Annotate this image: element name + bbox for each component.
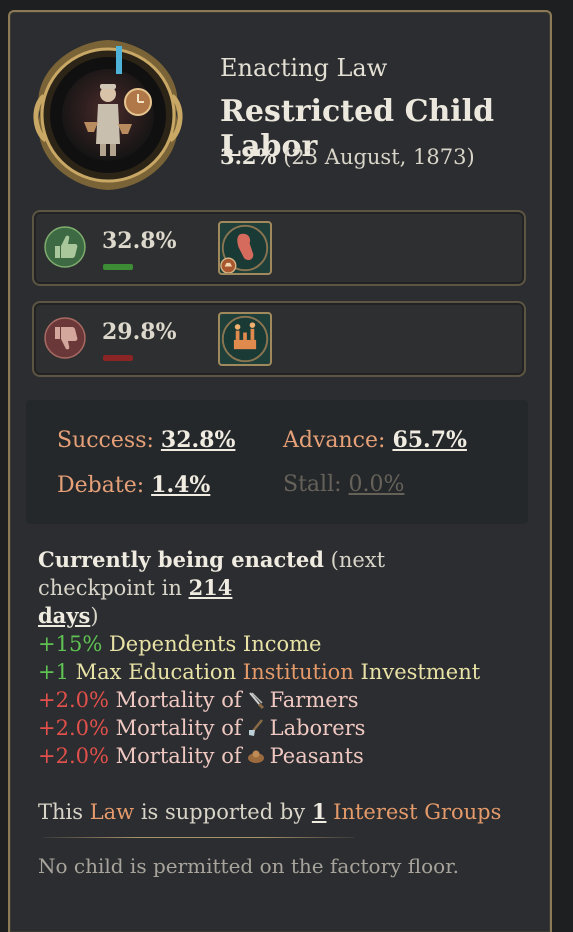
thumbs-up-icon [44, 226, 86, 268]
stall-value[interactable]: 0.0% [349, 472, 405, 497]
supporters-box: 32.8% [32, 210, 526, 286]
success-label: Success: [57, 428, 154, 453]
opposition-percentage: 29.8% [102, 319, 177, 345]
debate-stat: Debate: 1.4% [57, 472, 210, 498]
checkpoint-close: ) [90, 604, 99, 628]
divider [44, 837, 354, 838]
laborers-icon [248, 719, 263, 736]
effect-mortality-peasants: +2.0% Mortality of Peasants [38, 742, 480, 770]
progress-date: (23 August, 1873) [283, 145, 475, 169]
law-emblem-icon [33, 40, 183, 190]
pop-type-label[interactable]: Farmers [270, 688, 359, 712]
effect-education-investment: +1 Max Education Institution Investment [38, 658, 480, 686]
debate-value[interactable]: 1.4% [151, 472, 210, 498]
law-effects-list: +15% Dependents Income +1 Max Education … [38, 630, 480, 770]
support-line-text: is supported by [134, 800, 312, 824]
industrialists-icon[interactable] [218, 312, 272, 366]
debate-label: Debate: [57, 473, 145, 498]
enactment-status-lead: Currently being enacted [38, 547, 324, 572]
effect-value: +1 [38, 660, 69, 684]
success-stat: Success: 32.8% [57, 427, 235, 453]
peasants-icon [247, 750, 264, 763]
effect-value: +2.0% [38, 744, 109, 768]
farmers-icon [248, 692, 264, 710]
enactment-odds-panel: Success: 32.8% Advance: 65.7% Debate: 1.… [26, 400, 528, 524]
enactment-progress: 3.2% (23 August, 1873) [220, 144, 475, 169]
law-status-label: Enacting Law [220, 54, 388, 82]
effect-label: Investment [360, 660, 481, 684]
effect-label: Max Education [75, 660, 237, 684]
effect-dependents-income: +15% Dependents Income [38, 630, 480, 658]
effect-mortality-farmers: +2.0% Mortality of Farmers [38, 686, 480, 714]
effect-label: Mortality of [115, 688, 242, 712]
pop-type-label[interactable]: Laborers [270, 716, 366, 740]
advance-stat: Advance: 65.7% [283, 427, 467, 453]
success-value[interactable]: 32.8% [161, 427, 236, 453]
support-bar [103, 264, 133, 270]
progress-value: 3.2% [220, 144, 277, 169]
effect-mortality-laborers: +2.0% Mortality of Laborers [38, 714, 480, 742]
interest-groups-link[interactable]: Interest Groups [333, 800, 501, 824]
enactment-status-text: Currently being enacted (next checkpoint… [38, 546, 498, 630]
thumbs-down-icon [44, 317, 86, 359]
flavor-text: No child is permitted on the factory flo… [38, 854, 459, 878]
trade-unions-icon[interactable] [218, 221, 272, 275]
advance-label: Advance: [283, 428, 386, 453]
effect-label: Mortality of [115, 744, 242, 768]
effect-value: +2.0% [38, 716, 109, 740]
pop-type-label[interactable]: Peasants [270, 744, 364, 768]
checkpoint-days-word[interactable]: days [38, 603, 90, 628]
support-percentage: 32.8% [102, 228, 177, 254]
opposition-bar [103, 355, 133, 361]
support-line-text: This [38, 800, 90, 824]
institution-link[interactable]: Institution [243, 660, 354, 684]
opposers-box: 29.8% [32, 301, 526, 377]
interest-group-support-line: This Law is supported by 1 Interest Grou… [38, 798, 501, 826]
supporting-groups-count[interactable]: 1 [312, 799, 327, 824]
stall-stat: Stall: 0.0% [283, 472, 404, 497]
checkpoint-days-number[interactable]: 214 [189, 575, 233, 600]
advance-value[interactable]: 65.7% [392, 427, 467, 453]
effect-value: +15% [38, 632, 103, 656]
effect-value: +2.0% [38, 688, 109, 712]
effect-label: Mortality of [115, 716, 242, 740]
law-link[interactable]: Law [90, 800, 134, 824]
stall-label: Stall: [283, 472, 342, 497]
effect-label: Dependents Income [108, 632, 322, 656]
